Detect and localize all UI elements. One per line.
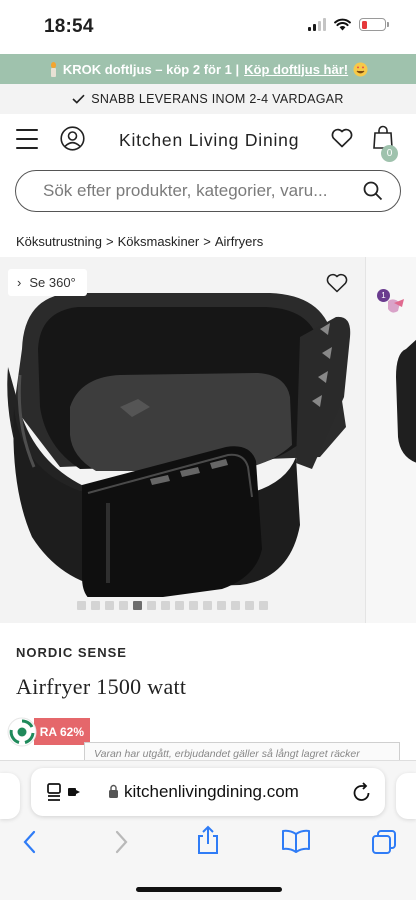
site-header: Kitchen Living Dining 0	[0, 114, 416, 166]
back-arrow-icon[interactable]	[22, 829, 38, 855]
reload-icon[interactable]	[352, 781, 372, 803]
search-input[interactable]	[43, 181, 343, 201]
eco-recycle-icon	[7, 717, 37, 747]
gallery-dot[interactable]	[175, 601, 184, 610]
gallery-dot[interactable]	[119, 601, 128, 610]
next-slide-badge: 1	[377, 289, 390, 302]
lock-icon	[109, 784, 118, 798]
browser-nav-bar	[0, 825, 416, 869]
gallery-dot[interactable]	[91, 601, 100, 610]
breadcrumb-item[interactable]: Köksutrustning	[16, 234, 102, 249]
next-tab-peek[interactable]	[396, 773, 416, 819]
gallery-dot[interactable]	[245, 601, 254, 610]
status-time: 18:54	[44, 16, 94, 37]
view-360-button[interactable]: › Se 360°	[8, 269, 87, 296]
candle-icon	[48, 61, 58, 77]
url-text[interactable]: kitchenlivingdining.com	[124, 782, 299, 802]
cart-count-badge: 0	[381, 145, 398, 162]
promo-link[interactable]: Köp doftljus här!	[244, 62, 348, 77]
promo-text: KROK doftljus – köp 2 för 1 |	[62, 61, 240, 77]
menu-icon[interactable]	[16, 129, 38, 149]
status-icons	[308, 18, 389, 31]
breadcrumb: Köksutrustning > Köksmaskiner > Airfryer…	[16, 234, 263, 249]
product-image-airfryer-basket[interactable]	[0, 257, 370, 597]
battery-icon	[359, 18, 389, 31]
chevron-right-icon: ›	[17, 275, 22, 290]
search-bar[interactable]	[15, 170, 401, 212]
previous-tab-peek[interactable]	[0, 773, 20, 819]
next-product-image	[388, 299, 416, 463]
tabs-icon[interactable]	[371, 829, 397, 855]
wishlist-heart-icon[interactable]	[331, 128, 353, 148]
share-icon[interactable]	[196, 825, 220, 855]
search-icon[interactable]	[363, 181, 383, 201]
discount-badge: RA 62%	[34, 718, 90, 745]
bookmarks-icon[interactable]	[281, 829, 311, 853]
gallery-dot[interactable]	[217, 601, 226, 610]
reader-mode-icon[interactable]	[46, 782, 82, 802]
gallery-dot[interactable]	[147, 601, 156, 610]
gallery-dot[interactable]	[259, 601, 268, 610]
gallery-dot[interactable]	[105, 601, 114, 610]
gallery-dot[interactable]	[231, 601, 240, 610]
product-gallery[interactable]: › Se 360° 1	[0, 257, 416, 623]
cellular-signal-icon	[308, 18, 326, 31]
gallery-dot[interactable]	[189, 601, 198, 610]
breadcrumb-item[interactable]: Köksmaskiner	[118, 234, 200, 249]
breadcrumb-separator: >	[203, 234, 211, 249]
home-indicator	[136, 887, 282, 892]
status-bar: 18:54	[0, 0, 416, 54]
product-brand[interactable]: NORDIC SENSE	[16, 645, 127, 660]
gallery-pagination[interactable]	[77, 601, 268, 610]
breadcrumb-item[interactable]: Airfryers	[215, 234, 263, 249]
add-to-wishlist-heart-icon[interactable]	[326, 273, 348, 293]
delivery-banner: SNABB LEVERANS INOM 2-4 VARDAGAR	[0, 84, 416, 114]
promo-banner[interactable]: KROK doftljus – köp 2 för 1 | Köp doftlj…	[0, 54, 416, 84]
next-slide-preview[interactable]	[365, 257, 416, 623]
view-360-label: Se 360°	[29, 275, 76, 290]
site-logo[interactable]: Kitchen Living Dining	[119, 130, 299, 151]
product-title: Airfryer 1500 watt	[16, 674, 187, 699]
gallery-dot[interactable]	[161, 601, 170, 610]
forward-arrow-icon[interactable]	[113, 829, 129, 855]
gallery-dot[interactable]	[133, 601, 142, 610]
smiley-heart-eyes-icon	[353, 62, 368, 76]
gallery-dot[interactable]	[203, 601, 212, 610]
address-bar[interactable]: kitchenlivingdining.com	[31, 768, 385, 816]
account-icon[interactable]	[60, 126, 85, 151]
gallery-dot[interactable]	[77, 601, 86, 610]
wifi-icon	[334, 18, 351, 31]
checkmark-icon	[72, 94, 85, 104]
browser-toolbar: kitchenlivingdining.com	[0, 760, 416, 900]
delivery-text: SNABB LEVERANS INOM 2-4 VARDAGAR	[91, 92, 344, 106]
breadcrumb-separator: >	[106, 234, 114, 249]
